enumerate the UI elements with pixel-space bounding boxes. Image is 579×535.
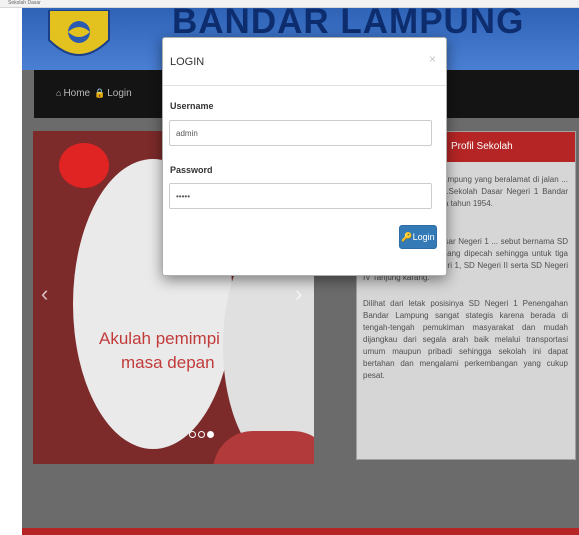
home-icon: ⌂: [56, 88, 62, 98]
login-modal: LOGIN × Username Password 🔑Login: [162, 37, 447, 276]
login-modal-header: LOGIN ×: [163, 38, 446, 86]
carousel-indicators: [188, 425, 215, 443]
login-button[interactable]: 🔑Login: [399, 225, 437, 249]
profile-paragraph-3: Dilihat dari letak posisinya SD Negeri 1…: [363, 299, 568, 380]
username-field[interactable]: [169, 120, 432, 146]
browser-tab-title[interactable]: Sekolah Dasar: [8, 0, 41, 6]
student-figure: [213, 431, 314, 464]
site-title: BANDAR LAMPUNG: [172, 2, 525, 41]
carousel-next-icon[interactable]: ›: [295, 281, 302, 307]
login-button-label: Login: [412, 232, 435, 242]
nav-home-label: Home: [63, 88, 91, 99]
close-icon[interactable]: ×: [429, 52, 436, 66]
nav-home[interactable]: ⌂ Home: [56, 88, 90, 99]
nav-login[interactable]: 🔒 Login: [94, 88, 132, 99]
username-label: Username: [170, 101, 214, 111]
carousel-caption-line1: Akulah pemimpi: [99, 329, 220, 348]
carousel-caption: Akulah pemimpi masa depan: [99, 327, 220, 375]
footer-stripe: [22, 528, 579, 535]
lock-icon: 🔒: [94, 88, 106, 98]
balloon-shape: [59, 143, 109, 188]
login-modal-title: LOGIN: [170, 56, 205, 68]
profile-title: Profil Sekolah: [451, 141, 513, 152]
carousel-dot[interactable]: [189, 431, 196, 438]
school-emblem-icon: [48, 10, 110, 56]
carousel-dot-active[interactable]: [207, 431, 214, 438]
key-icon: 🔑: [401, 232, 413, 242]
nav-login-label: Login: [107, 88, 132, 99]
carousel-dot[interactable]: [198, 431, 205, 438]
carousel-caption-line2: masa depan: [121, 353, 215, 372]
carousel-prev-icon[interactable]: ‹: [41, 281, 48, 307]
password-label: Password: [170, 165, 213, 175]
password-field[interactable]: [169, 183, 432, 209]
